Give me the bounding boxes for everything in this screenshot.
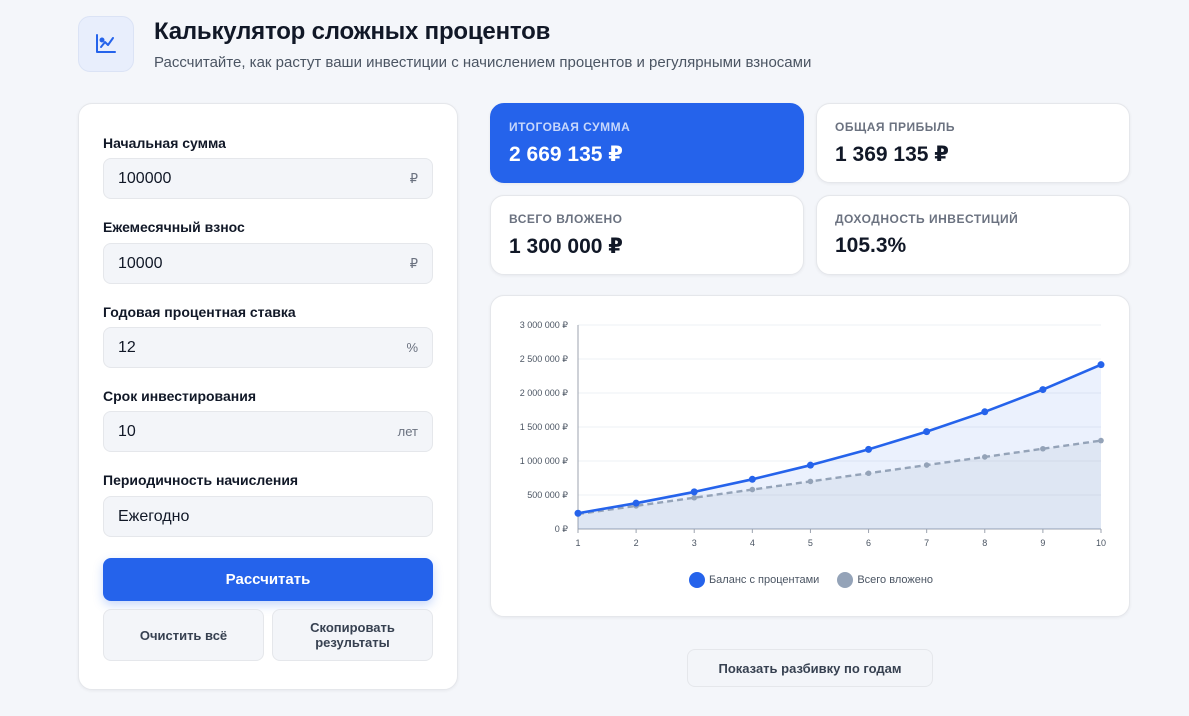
y-tick-label: 1 500 000 ₽ <box>520 422 569 432</box>
interest-rate-value: 12 <box>118 338 136 356</box>
currency-suffix: ₽ <box>409 170 418 186</box>
data-point-balance <box>981 408 989 416</box>
data-point-balance <box>923 428 931 436</box>
initial-amount-label: Начальная сумма <box>103 135 226 151</box>
chart-legend: Баланс с процентами Всего вложено <box>491 572 1131 588</box>
legend-item-invested[interactable]: Всего вложено <box>837 572 933 588</box>
final-amount-label: Итоговая сумма <box>509 120 631 134</box>
legend-item-balance[interactable]: Баланс с процентами <box>688 572 820 588</box>
x-tick-label: 8 <box>982 538 987 548</box>
legend-dot-balance <box>688 572 705 588</box>
total-invested-label: Всего вложено <box>509 212 623 226</box>
data-point-balance <box>748 475 756 483</box>
x-tick-label: 4 <box>750 538 755 548</box>
data-point-invested <box>923 462 930 468</box>
y-tick-label: 0 ₽ <box>555 524 569 534</box>
growth-chart-card: 0 ₽ 500 000 ₽ 1 000 000 ₽ 1 500 000 ₽ 2 000 … <box>490 295 1130 617</box>
data-point-balance <box>1039 386 1047 394</box>
y-tick-label: 3 000 000 ₽ <box>520 320 569 330</box>
initial-amount-input[interactable]: 100000 ₽ <box>103 158 433 199</box>
calculate-button[interactable]: Рассчитать <box>103 558 433 601</box>
final-amount-card: Итоговая сумма 2 669 135 ₽ <box>490 103 804 183</box>
roi-label: Доходность инвестиций <box>835 212 1019 226</box>
x-tick-label: 6 <box>866 538 871 548</box>
series-area-invested <box>578 440 1101 529</box>
roi-value: 105.3% <box>835 234 907 257</box>
compounding-frequency-select[interactable]: Ежегодно <box>103 496 433 537</box>
currency-suffix: ₽ <box>409 255 418 271</box>
total-profit-value: 1 369 135 ₽ <box>835 143 949 166</box>
y-tick-label: 1 000 000 ₽ <box>520 456 569 466</box>
initial-amount-value: 100000 <box>118 169 172 187</box>
monthly-contribution-input[interactable]: 10000 ₽ <box>103 243 433 284</box>
data-point-invested <box>749 486 756 493</box>
monthly-contribution-value: 10000 <box>118 254 163 272</box>
investment-term-label: Срок инвестирования <box>103 388 256 404</box>
final-amount-value: 2 669 135 ₽ <box>509 143 623 166</box>
y-tick-label: 500 000 ₽ <box>527 490 568 500</box>
y-tick-label: 2 000 000 ₽ <box>520 388 569 398</box>
x-tick-label: 10 <box>1096 538 1106 548</box>
data-point-balance <box>574 509 582 517</box>
percent-suffix: % <box>406 340 418 355</box>
show-yearly-breakdown-button[interactable]: Показать разбивку по годам <box>687 649 933 687</box>
chart-growth-icon <box>78 16 134 72</box>
copy-results-button[interactable]: Скопировать результаты <box>272 609 433 661</box>
data-point-invested <box>1040 445 1046 452</box>
total-profit-card: Общая прибыль 1 369 135 ₽ <box>816 103 1130 183</box>
data-point-balance <box>1097 361 1105 369</box>
x-tick-label: 3 <box>692 538 697 548</box>
growth-chart: 0 ₽ 500 000 ₽ 1 000 000 ₽ 1 500 000 ₽ 2 000 … <box>520 320 1106 548</box>
data-point-invested <box>807 478 814 485</box>
total-invested-card: Всего вложено 1 300 000 ₽ <box>490 195 804 275</box>
interest-rate-input[interactable]: 12 % <box>103 327 433 368</box>
roi-card: Доходность инвестиций 105.3% <box>816 195 1130 275</box>
x-tick-label: 2 <box>634 538 639 548</box>
data-point-balance <box>690 488 698 496</box>
x-tick-label: 7 <box>924 538 929 548</box>
total-invested-value: 1 300 000 ₽ <box>509 235 623 258</box>
y-tick-label: 2 500 000 ₽ <box>520 354 569 364</box>
x-tick-label: 9 <box>1040 538 1045 548</box>
data-point-invested <box>865 470 872 477</box>
compounding-frequency-label: Периодичность начисления <box>103 472 299 488</box>
monthly-contribution-label: Ежемесячный взнос <box>103 219 245 235</box>
legend-dot-invested <box>837 572 854 588</box>
data-point-balance <box>806 461 814 469</box>
investment-term-value: 10 <box>118 422 136 440</box>
data-point-invested <box>981 454 988 460</box>
data-point-invested <box>1098 437 1104 444</box>
data-point-invested <box>691 494 698 501</box>
x-tick-label: 5 <box>808 538 813 548</box>
total-profit-label: Общая прибыль <box>835 120 955 134</box>
page-title: Калькулятор сложных процентов <box>154 17 551 45</box>
data-point-balance <box>865 445 873 453</box>
compounding-frequency-value: Ежегодно <box>118 507 190 525</box>
x-tick-label: 1 <box>575 538 580 548</box>
clear-all-button[interactable]: Очистить всё <box>103 609 264 661</box>
input-form-card: Начальная сумма 100000 ₽ Ежемесячный взн… <box>78 103 458 690</box>
interest-rate-label: Годовая процентная ставка <box>103 304 296 320</box>
investment-term-input[interactable]: 10 лет <box>103 411 433 452</box>
page-subtitle: Рассчитайте, как растут ваши инвестиции … <box>154 53 812 71</box>
years-suffix: лет <box>397 424 418 439</box>
legend-label-invested: Всего вложено <box>857 574 934 586</box>
page-header: Калькулятор сложных процентов Рассчитайт… <box>78 16 811 72</box>
data-point-balance <box>632 499 640 507</box>
legend-label-balance: Баланс с процентами <box>708 574 820 586</box>
